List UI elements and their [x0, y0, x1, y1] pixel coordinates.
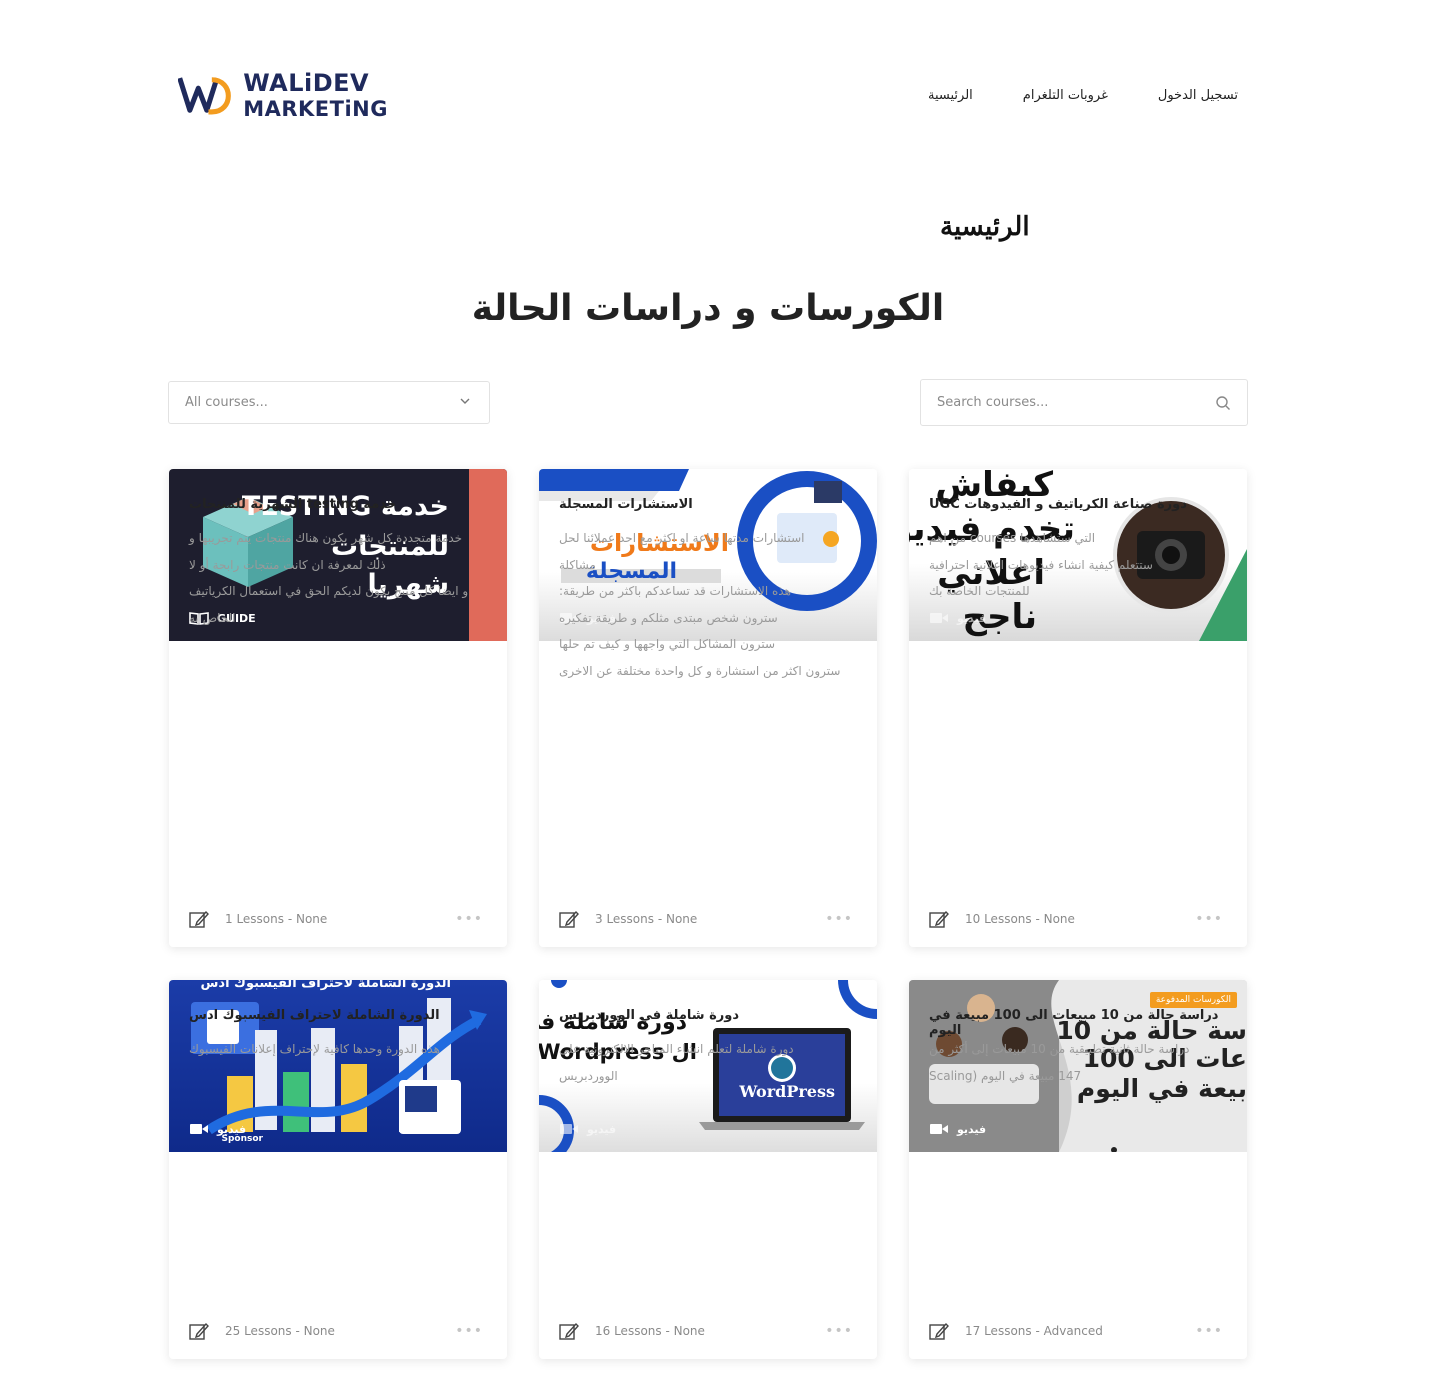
logo-line-2: MARKETiNG [243, 96, 388, 121]
main-nav: تسجيل الدخول غروبات التلغرام الرئيسية [928, 88, 1238, 103]
desc-line: مشاكلة [559, 557, 596, 572]
desc-line: هذه الدورة وحدها كافية لإحتراف إعلانات ا… [189, 1042, 440, 1056]
course-card[interactable]: خدمة TESTING للمنتجات شهريا GUIDE خدمة t… [169, 469, 507, 947]
more-options-icon[interactable]: ••• [1195, 911, 1223, 927]
more-options-icon[interactable]: ••• [825, 911, 853, 927]
course-card[interactable]: دورة شاملة في ال Wordpress WordPress فيد… [539, 980, 877, 1359]
course-title[interactable]: دورة شاملة في الووردبريس [559, 1008, 857, 1023]
tag-label: فيديو [957, 611, 987, 625]
more-options-icon[interactable]: ••• [1195, 1323, 1223, 1339]
course-meta: 10 Lessons - None [965, 912, 1075, 926]
desc-line: و ايضا كل منتج يكون لديكم الحق في استعما… [189, 584, 469, 598]
course-footer: 1 Lessons - None ••• [189, 909, 487, 929]
video-camera-icon [930, 1124, 948, 1134]
course-type-tag: فيديو [929, 1122, 986, 1136]
search-icon[interactable] [1215, 395, 1231, 411]
desc-line: استشارات مدتها ساعة او اكثر مع احد عملائ… [559, 531, 805, 545]
more-options-icon[interactable]: ••• [455, 1323, 483, 1339]
site-logo[interactable]: WALiDEV MARKETiNG [178, 66, 388, 124]
tag-label: فيديو [217, 1122, 247, 1136]
desc-line: ستتعلم كيفية انشاء فيديوهات اعلانية احتر… [929, 557, 1153, 572]
breadcrumb-title: الرئيسية [940, 212, 1030, 242]
course-title[interactable]: دورة صناعة الكرياتيف و الفيدوهات UGC [929, 497, 1227, 512]
nav-home[interactable]: الرئيسية [928, 88, 973, 103]
logo-text: WALiDEV MARKETiNG [243, 71, 388, 120]
desc-line: خدمة متجددة كل شهر يكون هناك منتجات يتم … [189, 531, 463, 545]
course-footer: 10 Lessons - None ••• [929, 909, 1227, 929]
course-footer: 17 Lessons - Advanced ••• [929, 1321, 1227, 1341]
search-input[interactable]: Search courses... [920, 379, 1248, 426]
desc-line: سترون شخص مبتدى مثلكم و طريقة تفكيره [559, 610, 778, 625]
course-meta: 3 Lessons - None [595, 912, 698, 926]
desc-line: للمنتجات الخاصة بك [929, 584, 1030, 598]
more-options-icon[interactable]: ••• [825, 1323, 853, 1339]
course-description: دراسة حالة ثانية تطبيقية من 10 مبيعات إل… [929, 1036, 1227, 1089]
course-meta: 17 Lessons - Advanced [965, 1324, 1103, 1338]
desc-line: التي ستشاهدها courses من اهم [929, 531, 1096, 545]
lessons-icon [929, 910, 949, 928]
thumb-text-1: الدورة الشاملة لاحتراف الفيسبوك ادس [200, 980, 451, 991]
desc-line: سترون اكثر من استشارة و كل واحدة مختلفة … [559, 663, 841, 678]
select-value: All courses... [185, 395, 268, 410]
desc-line: دورة شاملة لتعلم انشاء المتاجر الالكترون… [559, 1042, 794, 1056]
course-card[interactable]: الاستشارات المسجلة فيديو الاستشارات المس… [539, 469, 877, 947]
desc-line: سترون المشاكل التي واجهها و كيف تم حلها [559, 637, 776, 651]
desc-line: الخاص به [189, 610, 236, 625]
nav-login[interactable]: تسجيل الدخول [1158, 88, 1238, 103]
lessons-icon [929, 1322, 949, 1340]
course-category-select[interactable]: All courses... [168, 381, 490, 424]
nav-telegram-groups[interactable]: غروبات التلغرام [1023, 88, 1108, 103]
course-description: استشارات مدتها ساعة او اكثر مع احد عملائ… [559, 525, 857, 684]
lessons-icon [559, 1322, 579, 1340]
course-description: هذه الدورة وحدها كافية لإحتراف إعلانات ا… [189, 1036, 487, 1063]
walidev-logo-icon [178, 77, 231, 115]
chevron-down-icon [460, 398, 470, 404]
course-type-tag: فيديو [189, 1122, 246, 1136]
desc-line: هذه الاستشارات قد تساعدكم باكثر من طريقة… [559, 584, 791, 598]
course-card[interactable]: كيفاش تخدم فيديو اعلاني ناجح فيديو دورة … [909, 469, 1247, 947]
course-title[interactable]: دراسة حالة من 10 مبيعات الى 100 مبيعة في… [929, 1008, 1227, 1038]
course-card[interactable]: الكورسات المدفوعة سة حالة من 10 عات الى … [909, 980, 1247, 1359]
course-title[interactable]: الدورة الشاملة لاحتراف الفيسبوك ادس [189, 1008, 487, 1023]
course-title[interactable]: خدمة testing الشهرية للمنتجات [189, 497, 487, 512]
course-footer: 3 Lessons - None ••• [559, 909, 857, 929]
desc-line: 147 مبيعة في اليوم (Scaling [929, 1068, 1082, 1083]
course-type-tag: فيديو [559, 1122, 616, 1136]
lessons-icon [559, 910, 579, 928]
course-type-tag: فيديو [929, 611, 986, 625]
course-title[interactable]: الاستشارات المسجلة [559, 497, 857, 512]
desc-line: دراسة حالة ثانية تطبيقية من 10 مبيعات إل… [929, 1042, 1190, 1056]
desc-line: الووردبريس [559, 1068, 618, 1083]
course-description: التي ستشاهدها courses من اهم ستتعلم كيفي… [929, 525, 1227, 605]
course-meta: 1 Lessons - None [225, 912, 328, 926]
lessons-icon [189, 1322, 209, 1340]
video-camera-icon [190, 1124, 208, 1134]
video-camera-icon [930, 613, 948, 623]
paid-courses-badge: الكورسات المدفوعة [1149, 992, 1237, 1008]
course-footer: 16 Lessons - None ••• [559, 1321, 857, 1341]
page-heading: الكورسات و دراسات الحالة [471, 288, 945, 329]
course-card[interactable]: الدورة الشاملة لاحتراف الفيسبوك ادس Spon… [169, 980, 507, 1359]
video-camera-icon [560, 1124, 578, 1134]
course-description: دورة شاملة لتعلم انشاء المتاجر الالكترون… [559, 1036, 857, 1089]
course-description: خدمة متجددة كل شهر يكون هناك منتجات يتم … [189, 525, 487, 631]
course-footer: 25 Lessons - None ••• [189, 1321, 487, 1341]
course-thumbnail[interactable]: الدورة الشاملة لاحتراف الفيسبوك ادس Spon… [169, 980, 507, 1152]
search-placeholder: Search courses... [937, 395, 1049, 410]
course-meta: 25 Lessons - None [225, 1324, 335, 1338]
tag-label: فيديو [587, 1122, 617, 1136]
tag-label: فيديو [957, 1122, 987, 1136]
desc-line: ذلك لمعرفة ان كانت منتجات رابحة أو لا [189, 557, 386, 572]
lessons-icon [189, 910, 209, 928]
course-meta: 16 Lessons - None [595, 1324, 705, 1338]
more-options-icon[interactable]: ••• [455, 911, 483, 927]
logo-line-1: WALiDEV [243, 68, 370, 97]
